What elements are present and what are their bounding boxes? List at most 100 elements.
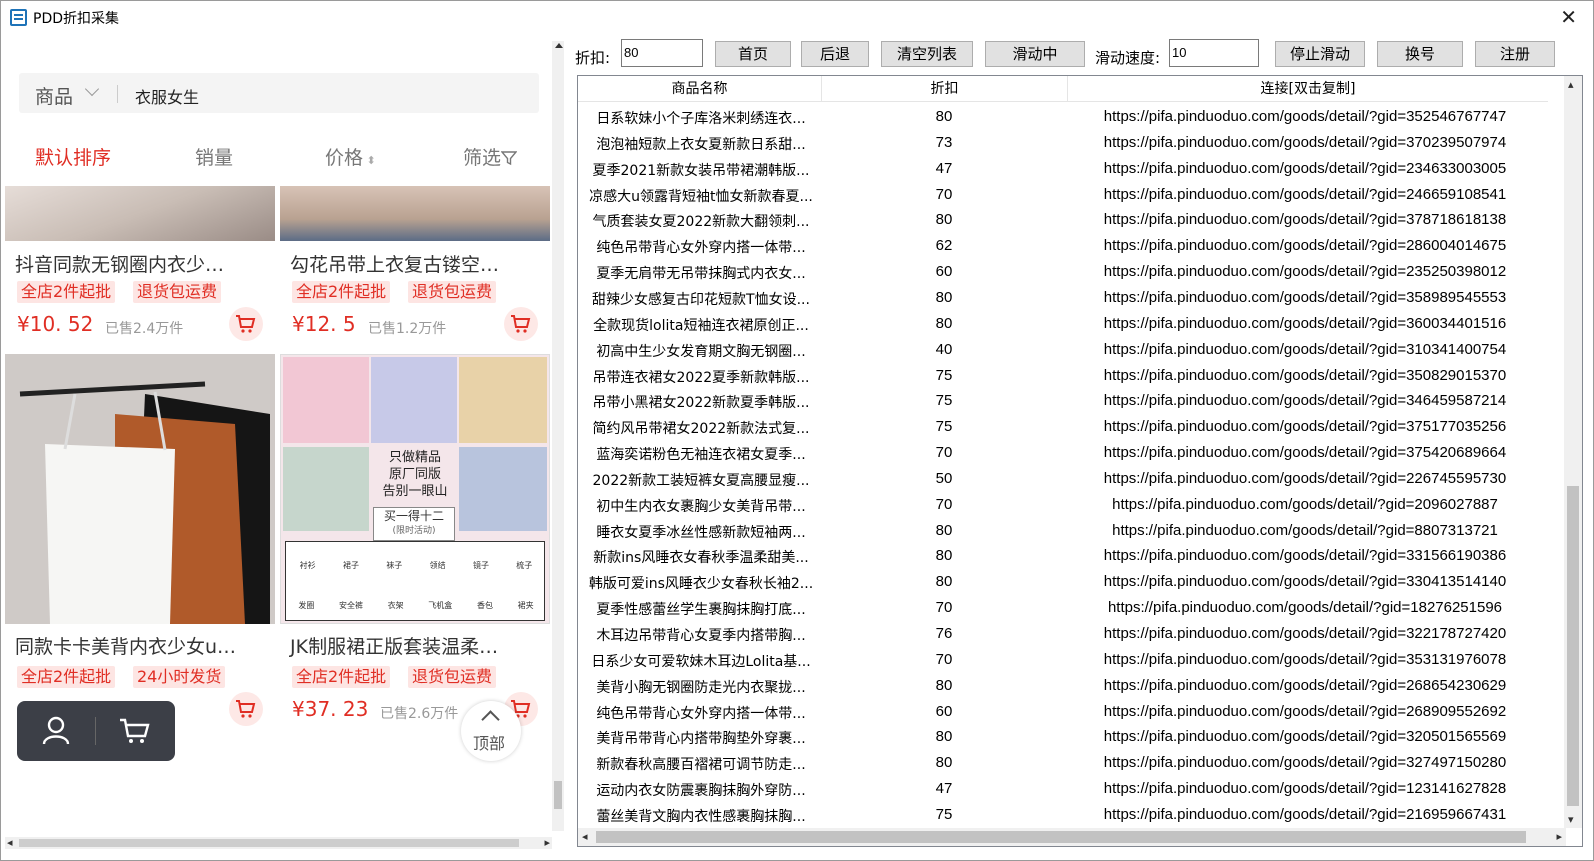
- scroll-left-arrow-icon[interactable]: ◂: [582, 830, 588, 843]
- cell-link[interactable]: https://pifa.pinduoduo.com/goods/detail/…: [1068, 625, 1542, 642]
- cell-link[interactable]: https://pifa.pinduoduo.com/goods/detail/…: [1068, 444, 1542, 461]
- search-category[interactable]: 商品: [35, 82, 73, 109]
- table-row[interactable]: 蓝海奕诺粉色无袖连衣裙女夏季... 70 https://pifa.pinduodu…: [578, 440, 1548, 466]
- scroll-right-arrow-icon[interactable]: ▸: [1556, 830, 1562, 843]
- table-row[interactable]: 夏季无肩带无吊带抹胸式内衣女... 60 https://pifa.pinduodu…: [578, 259, 1548, 285]
- results-table[interactable]: 商品名称 折扣 连接[双击复制] 日系软妹小个子库洛米刺绣连衣... 80 http…: [577, 75, 1583, 847]
- scroll-thumb[interactable]: [1567, 486, 1579, 806]
- column-header-name[interactable]: 商品名称: [578, 76, 822, 102]
- cell-link[interactable]: https://pifa.pinduoduo.com/goods/detail/…: [1068, 496, 1542, 513]
- back-button[interactable]: 后退: [801, 41, 869, 67]
- scroll-thumb[interactable]: [19, 839, 519, 847]
- table-row[interactable]: 吊带连衣裙女2022夏季新款韩版... 75 https://pifa.pinduo…: [578, 363, 1548, 389]
- table-row[interactable]: 蕾丝美背文胸内衣性感裹胸抹胸... 75 https://pifa.pinduodu…: [578, 802, 1548, 828]
- table-vertical-scrollbar[interactable]: ▴ ▾: [1564, 76, 1582, 828]
- cell-link[interactable]: https://pifa.pinduoduo.com/goods/detail/…: [1068, 573, 1542, 590]
- cell-link[interactable]: https://pifa.pinduoduo.com/goods/detail/…: [1068, 599, 1542, 616]
- cell-link[interactable]: https://pifa.pinduoduo.com/goods/detail/…: [1068, 186, 1542, 203]
- table-row[interactable]: 美背吊带背心内搭带胸垫外穿裹... 80 https://pifa.pinduodu…: [578, 724, 1548, 750]
- table-row[interactable]: 木耳边吊带背心女夏季内搭带胸... 76 https://pifa.pinduodu…: [578, 621, 1548, 647]
- product-card[interactable]: 同款卡卡美背内衣少女u… 全店2件起批 24小时发货: [5, 354, 275, 734]
- register-button[interactable]: 注册: [1475, 41, 1555, 67]
- home-button[interactable]: 首页: [715, 41, 791, 67]
- cell-link[interactable]: https://pifa.pinduoduo.com/goods/detail/…: [1068, 547, 1542, 564]
- cell-link[interactable]: https://pifa.pinduoduo.com/goods/detail/…: [1068, 211, 1542, 228]
- scroll-left-arrow-icon[interactable]: ◂: [7, 836, 13, 849]
- table-row[interactable]: 夏季2021新款女装吊带裙潮韩版... 47 https://pifa.pinduo…: [578, 156, 1548, 182]
- cell-link[interactable]: https://pifa.pinduoduo.com/goods/detail/…: [1068, 289, 1542, 306]
- add-cart-button[interactable]: [504, 307, 538, 341]
- table-row[interactable]: 泡泡袖短款上衣女夏新款日系甜... 73 https://pifa.pinduodu…: [578, 130, 1548, 156]
- table-row[interactable]: 日系少女可爱软妹木耳边Lolita基... 70 https://pifa.pind…: [578, 647, 1548, 673]
- cell-link[interactable]: https://pifa.pinduoduo.com/goods/detail/…: [1068, 367, 1542, 384]
- cell-link[interactable]: https://pifa.pinduoduo.com/goods/detail/…: [1068, 315, 1542, 332]
- table-row[interactable]: 睡衣女夏季冰丝性感新款短袖两... 80 https://pifa.pinduodu…: [578, 518, 1548, 544]
- close-icon[interactable]: ✕: [1560, 5, 1577, 29]
- table-row[interactable]: 新款春秋高腰百褶裙可调节防走... 80 https://pifa.pinduodu…: [578, 750, 1548, 776]
- left-vertical-scrollbar[interactable]: [552, 41, 564, 831]
- scroll-right-arrow-icon[interactable]: ▸: [544, 836, 550, 849]
- table-row[interactable]: 夏季性感蕾丝学生裹胸抹胸打底... 70 https://pifa.pinduodu…: [578, 595, 1548, 621]
- scroll-thumb[interactable]: [554, 781, 562, 809]
- scroll-toggle-button[interactable]: 滑动中: [985, 41, 1085, 67]
- sort-default[interactable]: 默认排序: [35, 143, 111, 170]
- product-card[interactable]: 抖音同款无钢圈内衣少… 全店2件起批 退货包运费 ¥10. 52 已售2.4万件: [5, 186, 275, 348]
- user-icon[interactable]: [41, 715, 71, 745]
- clear-list-button[interactable]: 清空列表: [881, 41, 973, 67]
- sort-sales[interactable]: 销量: [195, 143, 233, 170]
- cell-link[interactable]: https://pifa.pinduoduo.com/goods/detail/…: [1068, 522, 1542, 539]
- column-header-link[interactable]: 连接[双击复制]: [1068, 76, 1548, 102]
- scroll-thumb[interactable]: [596, 831, 1526, 843]
- cell-link[interactable]: https://pifa.pinduoduo.com/goods/detail/…: [1068, 470, 1542, 487]
- stop-scroll-button[interactable]: 停止滑动: [1275, 41, 1365, 67]
- switch-account-button[interactable]: 换号: [1377, 41, 1463, 67]
- add-cart-button[interactable]: [229, 692, 263, 726]
- cell-link[interactable]: https://pifa.pinduoduo.com/goods/detail/…: [1068, 728, 1542, 745]
- cell-link[interactable]: https://pifa.pinduoduo.com/goods/detail/…: [1068, 651, 1542, 668]
- column-header-discount[interactable]: 折扣: [822, 76, 1068, 102]
- scroll-up-arrow-icon[interactable]: ▴: [1568, 78, 1574, 91]
- cell-link[interactable]: https://pifa.pinduoduo.com/goods/detail/…: [1068, 108, 1542, 125]
- scroll-down-arrow-icon[interactable]: ▾: [1568, 813, 1574, 826]
- product-card[interactable]: 勾花吊带上衣复古镂空… 全店2件起批 退货包运费 ¥12. 5 已售1.2万件: [280, 186, 550, 348]
- sort-price[interactable]: 价格 ⬍: [325, 143, 376, 170]
- table-row[interactable]: 气质套装女夏2022新款大翻领刺... 80 https://pifa.pinduo…: [578, 207, 1548, 233]
- search-bar[interactable]: 商品 衣服女生: [19, 73, 539, 113]
- cell-link[interactable]: https://pifa.pinduoduo.com/goods/detail/…: [1068, 263, 1542, 280]
- sort-filter[interactable]: 筛选: [463, 143, 518, 170]
- add-cart-button[interactable]: [229, 307, 263, 341]
- cell-link[interactable]: https://pifa.pinduoduo.com/goods/detail/…: [1068, 160, 1542, 177]
- cell-link[interactable]: https://pifa.pinduoduo.com/goods/detail/…: [1068, 341, 1542, 358]
- table-row[interactable]: 美背小胸无钢圈防走光内衣聚拢... 80 https://pifa.pinduodu…: [578, 673, 1548, 699]
- discount-input[interactable]: 80: [621, 39, 703, 67]
- cell-link[interactable]: https://pifa.pinduoduo.com/goods/detail/…: [1068, 780, 1542, 797]
- cell-link[interactable]: https://pifa.pinduoduo.com/goods/detail/…: [1068, 418, 1542, 435]
- table-row[interactable]: 吊带小黑裙女2022新款夏季韩版... 75 https://pifa.pinduo…: [578, 388, 1548, 414]
- table-row[interactable]: 纯色吊带背心女外穿内搭一体带... 60 https://pifa.pinduodu…: [578, 699, 1548, 725]
- table-row[interactable]: 初中生内衣女裹胸少女美背吊带... 70 https://pifa.pinduodu…: [578, 492, 1548, 518]
- cell-link[interactable]: https://pifa.pinduoduo.com/goods/detail/…: [1068, 754, 1542, 771]
- left-horizontal-scrollbar[interactable]: ◂ ▸: [5, 836, 552, 849]
- mobile-webview[interactable]: 商品 衣服女生 默认排序 销量 价格 ⬍ 筛选 抖音同款无钢圈内衣少… 全店2件…: [5, 41, 559, 849]
- cell-link[interactable]: https://pifa.pinduoduo.com/goods/detail/…: [1068, 677, 1542, 694]
- cell-link[interactable]: https://pifa.pinduoduo.com/goods/detail/…: [1068, 806, 1542, 823]
- cell-link[interactable]: https://pifa.pinduoduo.com/goods/detail/…: [1068, 703, 1542, 720]
- table-row[interactable]: 日系软妹小个子库洛米刺绣连衣... 80 https://pifa.pinduodu…: [578, 104, 1548, 130]
- table-row[interactable]: 韩版可爱ins风睡衣少女春秋长袖2... 80 https://pifa.pindu…: [578, 569, 1548, 595]
- scroll-up-arrow-icon[interactable]: [555, 43, 563, 48]
- table-row[interactable]: 纯色吊带背心女外穿内搭一体带... 62 https://pifa.pinduodu…: [578, 233, 1548, 259]
- cell-link[interactable]: https://pifa.pinduoduo.com/goods/detail/…: [1068, 392, 1542, 409]
- table-row[interactable]: 简约风吊带裙女2022新款法式复... 75 https://pifa.pinduo…: [578, 414, 1548, 440]
- table-row[interactable]: 甜辣少女感复古印花短款T恤女设... 80 https://pifa.pinduod…: [578, 285, 1548, 311]
- table-row[interactable]: 新款ins风睡衣女春秋季温柔甜美... 80 https://pifa.pinduo…: [578, 543, 1548, 569]
- product-card[interactable]: 只做精品 原厂同版 告别一眼山 买一得十二 (限时活动) 衬衫 裙子 袜子 领结 镜子 梳…: [280, 354, 550, 734]
- table-row[interactable]: 运动内衣女防震裹胸抹胸外穿防... 47 https://pifa.pinduodu…: [578, 776, 1548, 802]
- table-row[interactable]: 初高中生少女发育期文胸无钢圈... 40 https://pifa.pinduodu…: [578, 337, 1548, 363]
- table-row[interactable]: 全款现货lolita短袖连衣裙原创正... 80 https://pifa.pind…: [578, 311, 1548, 337]
- speed-input[interactable]: 10: [1169, 39, 1259, 67]
- table-row[interactable]: 凉感大u领露背短袖t恤女新款春夏... 70 https://pifa.pinduo…: [578, 182, 1548, 208]
- cell-link[interactable]: https://pifa.pinduoduo.com/goods/detail/…: [1068, 134, 1542, 151]
- cart-icon[interactable]: [119, 717, 151, 745]
- search-input[interactable]: 衣服女生: [135, 84, 199, 108]
- back-to-top-button[interactable]: 顶部: [461, 701, 521, 761]
